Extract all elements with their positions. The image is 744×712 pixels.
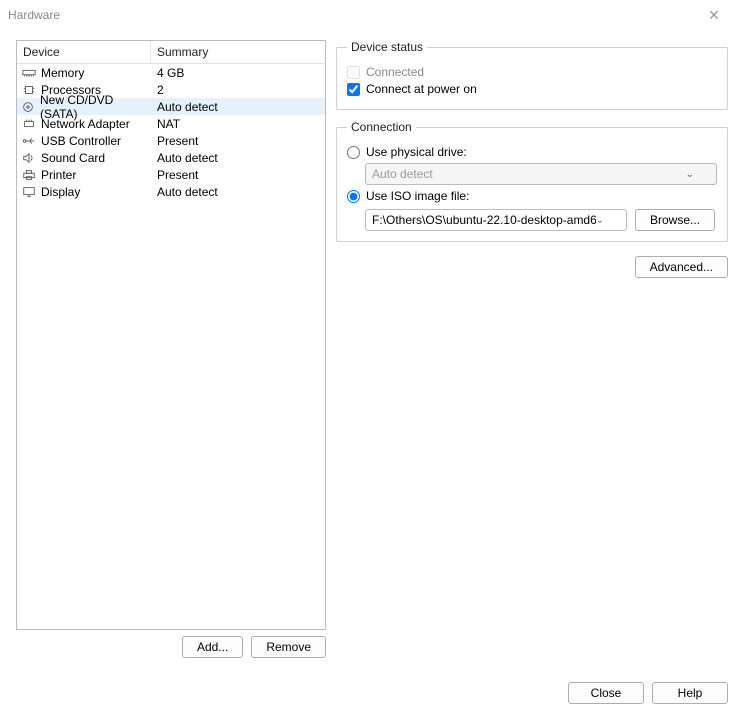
printer-icon <box>21 168 37 182</box>
device-status-legend: Device status <box>347 40 427 54</box>
physical-drive-label: Use physical drive: <box>366 145 467 159</box>
usb-icon <box>21 134 37 148</box>
table-row[interactable]: Display Auto detect <box>17 183 325 200</box>
device-summary: Present <box>151 134 325 148</box>
disc-icon <box>21 100 36 114</box>
device-summary: NAT <box>151 117 325 131</box>
close-icon[interactable]: ✕ <box>692 7 736 24</box>
physical-drive-value: Auto detect <box>372 167 433 181</box>
device-name: Display <box>41 185 80 199</box>
table-row[interactable]: New CD/DVD (SATA)Auto detect <box>17 98 325 115</box>
table-row[interactable]: Sound Card Auto detect <box>17 149 325 166</box>
poweron-checkbox[interactable] <box>347 83 360 96</box>
connected-label: Connected <box>366 65 424 79</box>
physical-drive-radio[interactable] <box>347 146 360 159</box>
close-button[interactable]: Close <box>568 682 644 704</box>
device-name: Network Adapter <box>41 117 130 131</box>
device-name: Memory <box>41 66 84 80</box>
device-summary: Auto detect <box>151 100 325 114</box>
chevron-down-icon: ⌄ <box>686 169 694 180</box>
device-summary: Auto detect <box>151 151 325 165</box>
add-button[interactable]: Add... <box>182 636 243 658</box>
iso-radio[interactable] <box>347 190 360 203</box>
physical-drive-select[interactable]: Auto detect ⌄ <box>365 163 717 185</box>
sound-icon <box>21 151 37 165</box>
poweron-label: Connect at power on <box>366 82 477 96</box>
display-icon <box>21 185 37 199</box>
device-status-group: Device status Connected Connect at power… <box>336 40 728 110</box>
col-device-header[interactable]: Device <box>17 41 151 63</box>
device-summary: Auto detect <box>151 185 325 199</box>
net-icon <box>21 117 37 131</box>
device-name: Sound Card <box>41 151 105 165</box>
connection-legend: Connection <box>347 120 416 134</box>
device-summary: 4 GB <box>151 66 325 80</box>
device-table: Device Summary Memory4 GBProcessors2New … <box>16 40 326 630</box>
browse-button[interactable]: Browse... <box>635 209 715 231</box>
chevron-down-icon: ⌄ <box>596 215 604 226</box>
device-summary: 2 <box>151 83 325 97</box>
table-row[interactable]: Printer Present <box>17 166 325 183</box>
remove-button[interactable]: Remove <box>251 636 326 658</box>
connected-checkbox[interactable] <box>347 66 360 79</box>
table-row[interactable]: Memory 4 GB <box>17 64 325 81</box>
connection-group: Connection Use physical drive: Auto dete… <box>336 120 728 242</box>
iso-label: Use ISO image file: <box>366 189 469 203</box>
memory-icon <box>21 66 37 80</box>
help-button[interactable]: Help <box>652 682 728 704</box>
device-name: Printer <box>41 168 76 182</box>
col-summary-header[interactable]: Summary <box>151 41 325 63</box>
iso-path-value: F:\Others\OS\ubuntu-22.10-desktop-amd64.… <box>372 213 596 227</box>
table-row[interactable]: USB Controller Present <box>17 132 325 149</box>
advanced-button[interactable]: Advanced... <box>635 256 728 278</box>
device-summary: Present <box>151 168 325 182</box>
title-bar: Hardware ✕ <box>0 0 744 30</box>
table-row[interactable]: Network Adapter NAT <box>17 115 325 132</box>
table-header: Device Summary <box>17 41 325 64</box>
window-title: Hardware <box>8 8 60 22</box>
iso-path-select[interactable]: F:\Others\OS\ubuntu-22.10-desktop-amd64.… <box>365 209 627 231</box>
device-name: USB Controller <box>41 134 121 148</box>
